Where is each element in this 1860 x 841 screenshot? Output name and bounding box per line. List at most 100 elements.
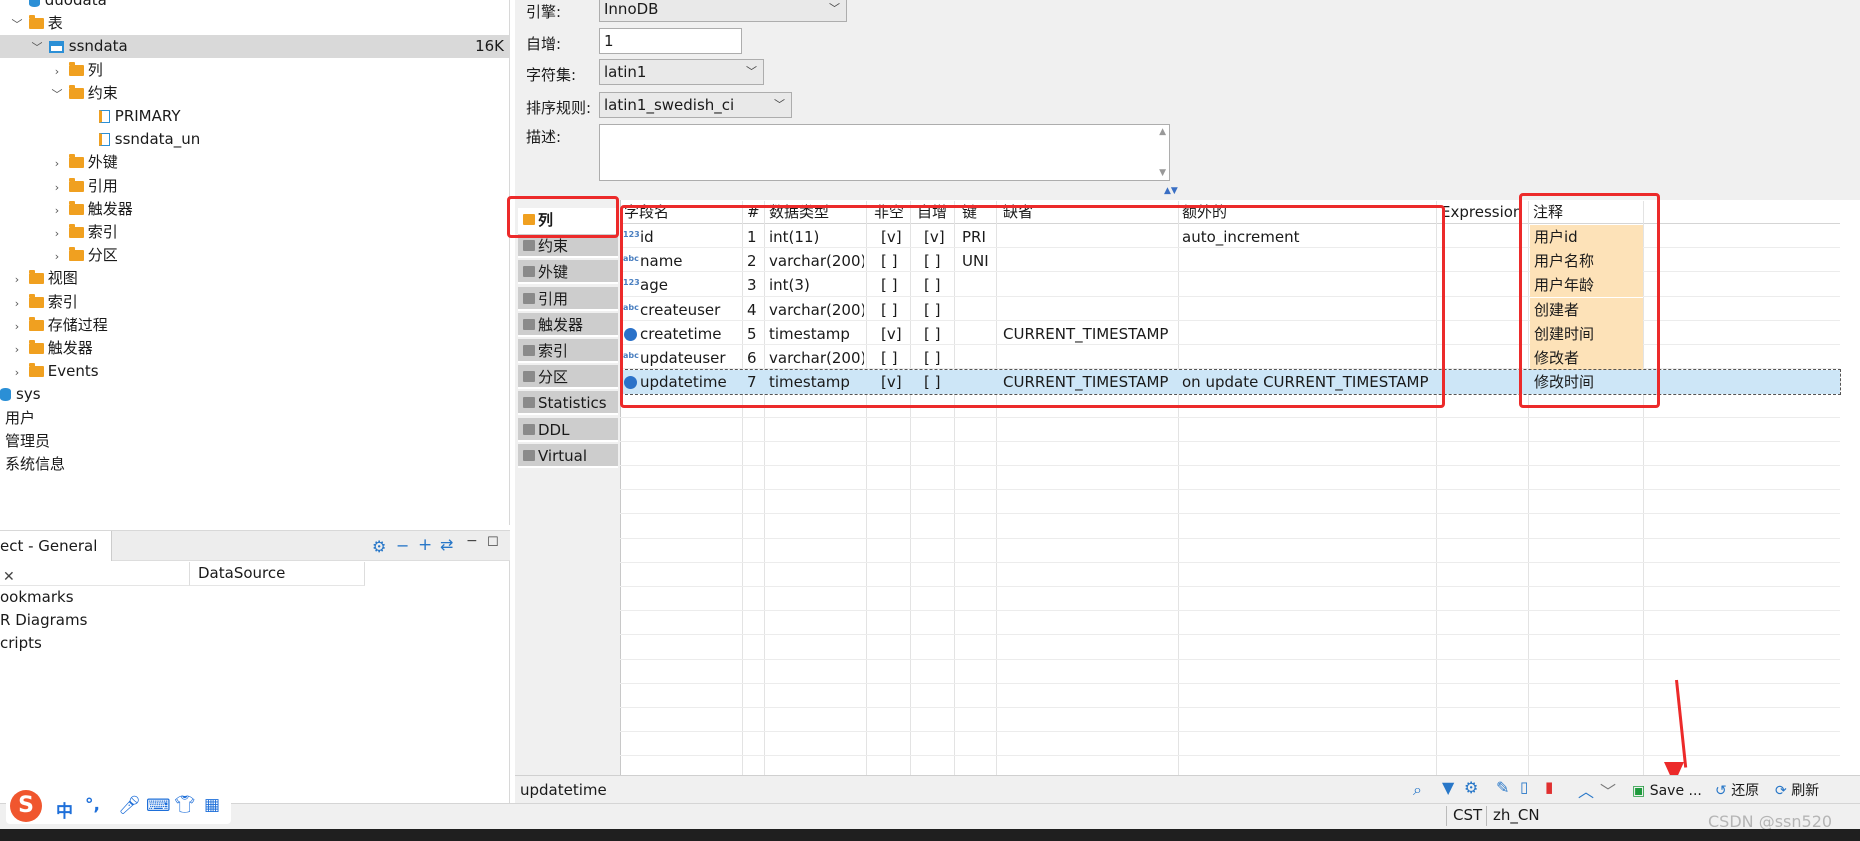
delete-icon[interactable]: ▮ (1545, 778, 1553, 796)
engine-select[interactable]: InnoDB ﹀ (599, 0, 847, 22)
database-icon (28, 0, 40, 7)
project-tab[interactable]: ect - General ✕ (0, 531, 112, 585)
add-row-icon[interactable]: ▯ (1520, 778, 1528, 796)
chevron-right-icon[interactable]: › (50, 152, 64, 175)
charset-select[interactable]: latin1 ﹀ (599, 59, 764, 85)
chevron-right-icon[interactable]: › (10, 268, 24, 291)
side-tab-label: 索引 (538, 342, 569, 360)
save-label: Save ... (1649, 783, 1702, 799)
toolbox-icon[interactable]: ▦ (204, 795, 220, 815)
tree-node[interactable]: › 触发器 (0, 337, 510, 360)
scroll-up-icon[interactable]: ▲ (1159, 127, 1166, 137)
search-icon[interactable]: ⌕ (1413, 780, 1422, 800)
side-tab[interactable]: Statistics (518, 391, 618, 416)
tree-node[interactable]: 管理员 (0, 430, 502, 453)
table-icon (48, 40, 64, 53)
maximize-icon[interactable]: ☐ (487, 535, 499, 550)
link-icon[interactable]: ⇄ (440, 535, 453, 554)
chevron-down-icon: ﹀ (829, 2, 840, 15)
side-tab[interactable]: 分区 (518, 365, 618, 390)
chevron-right-icon[interactable]: › (50, 199, 64, 222)
ime-logo-icon[interactable]: S (10, 790, 42, 822)
grid-row-divider (620, 731, 1840, 733)
tree-node[interactable]: › 视图 (0, 267, 510, 290)
tree-node[interactable]: 用户 (0, 407, 502, 430)
ime-punct[interactable]: °, (85, 795, 100, 815)
taskbar (0, 829, 1860, 841)
tree-node[interactable]: ﹀ duodata (0, 0, 510, 12)
side-tab[interactable]: 索引 (518, 339, 618, 363)
tree-node[interactable]: ﹀ 表 (0, 12, 510, 35)
chevron-right-icon[interactable]: › (50, 176, 64, 199)
tree-node[interactable]: 系统信息 (0, 453, 502, 476)
chevron-right-icon[interactable]: › (10, 292, 24, 315)
side-tab[interactable]: Virtual (518, 443, 618, 468)
minimize-icon[interactable]: − (466, 533, 478, 549)
tree-node[interactable]: ssndata_un (0, 128, 510, 151)
project-item[interactable]: cripts (0, 634, 42, 652)
refresh-icon: ⟳ (1775, 783, 1787, 799)
ime-mode[interactable]: 中 (56, 797, 73, 822)
grid-row-divider (620, 682, 1840, 684)
chevron-right-icon[interactable]: › (10, 338, 24, 361)
chevron-right-icon[interactable]: › (50, 60, 64, 83)
move-down-icon[interactable]: ﹀ (1600, 778, 1616, 802)
tree-node[interactable]: PRIMARY (0, 105, 510, 128)
chevron-right-icon[interactable]: › (10, 315, 24, 338)
tree-node[interactable]: › 索引 (0, 221, 510, 244)
chevron-right-icon[interactable]: › (10, 361, 24, 384)
tree-node[interactable]: › 外键 (0, 151, 510, 174)
tree-node[interactable]: ﹀ ssndata 16K (0, 35, 510, 59)
tree-node[interactable]: › 索引 (0, 291, 510, 314)
side-tab[interactable]: 触发器 (518, 312, 618, 337)
side-tab-label: 引用 (538, 289, 569, 308)
chevron-down-icon[interactable]: ﹀ (10, 0, 24, 13)
revert-icon: ↺ (1715, 783, 1727, 799)
chevron-down-icon[interactable]: ﹀ (50, 83, 64, 106)
project-item[interactable]: R Diagrams (0, 611, 87, 629)
grid-row-divider (620, 707, 1840, 708)
project-tab-title: ect - General (0, 537, 98, 555)
tree-node-label: 引用 (87, 176, 118, 195)
scroll-down-icon[interactable]: ▼ (1159, 168, 1166, 178)
revert-button[interactable]: ↺ 还原 (1715, 782, 1759, 800)
collation-select[interactable]: latin1_swedish_ci ﹀ (599, 92, 792, 118)
description-textarea[interactable]: ▲ ▼ (599, 124, 1170, 181)
expand-icon[interactable]: + (418, 535, 432, 555)
tree-node[interactable]: ﹀ 约束 (0, 82, 510, 105)
project-item[interactable]: ookmarks (0, 588, 74, 606)
tree-node[interactable]: › Events (0, 360, 510, 383)
side-tab-label: DDL (538, 420, 570, 439)
gear-icon[interactable]: ⚙ (1464, 778, 1478, 797)
chevron-down-icon[interactable]: ﹀ (30, 36, 44, 59)
save-button[interactable]: ▣ Save ... (1632, 782, 1702, 800)
side-tab[interactable]: 引用 (518, 286, 618, 311)
skin-icon[interactable]: 👕︎ (174, 795, 196, 815)
move-up-icon[interactable]: ︿ (1578, 778, 1594, 802)
grid-row-divider (620, 634, 1840, 636)
edit-icon[interactable]: ✎ (1496, 778, 1509, 797)
side-tab-label: Statistics (538, 394, 607, 413)
microphone-icon[interactable]: 🎤︎ (118, 795, 141, 816)
splitter-arrows-icon[interactable]: ▲▼ (1164, 186, 1178, 196)
tree-node[interactable]: › 分区 (0, 244, 510, 267)
tree-node[interactable]: › 存储过程 (0, 314, 510, 337)
project-col-header-left (0, 562, 190, 586)
filter-icon[interactable]: ▼ (1442, 778, 1454, 797)
side-tab-label: 分区 (538, 368, 569, 387)
side-tab[interactable]: 外键 (518, 260, 618, 285)
keyboard-icon[interactable]: ⌨ (146, 796, 171, 816)
refresh-button[interactable]: ⟳ 刷新 (1775, 782, 1819, 800)
chevron-down-icon[interactable]: ﹀ (10, 13, 24, 36)
gear-icon[interactable]: ⚙ (372, 537, 386, 556)
collapse-icon[interactable]: − (396, 536, 409, 555)
tree-node[interactable]: › 触发器 (0, 198, 510, 221)
chevron-right-icon[interactable]: › (50, 245, 64, 268)
chevron-right-icon[interactable]: › (50, 222, 64, 245)
tree-node[interactable]: › 引用 (0, 175, 510, 198)
side-tab[interactable]: DDL (518, 417, 618, 442)
tree-node[interactable]: › 列 (0, 59, 510, 82)
autoinc-input[interactable]: 1 (599, 28, 742, 54)
header-expression[interactable]: Expression (1441, 201, 1522, 223)
tree-node[interactable]: sys (0, 383, 510, 406)
